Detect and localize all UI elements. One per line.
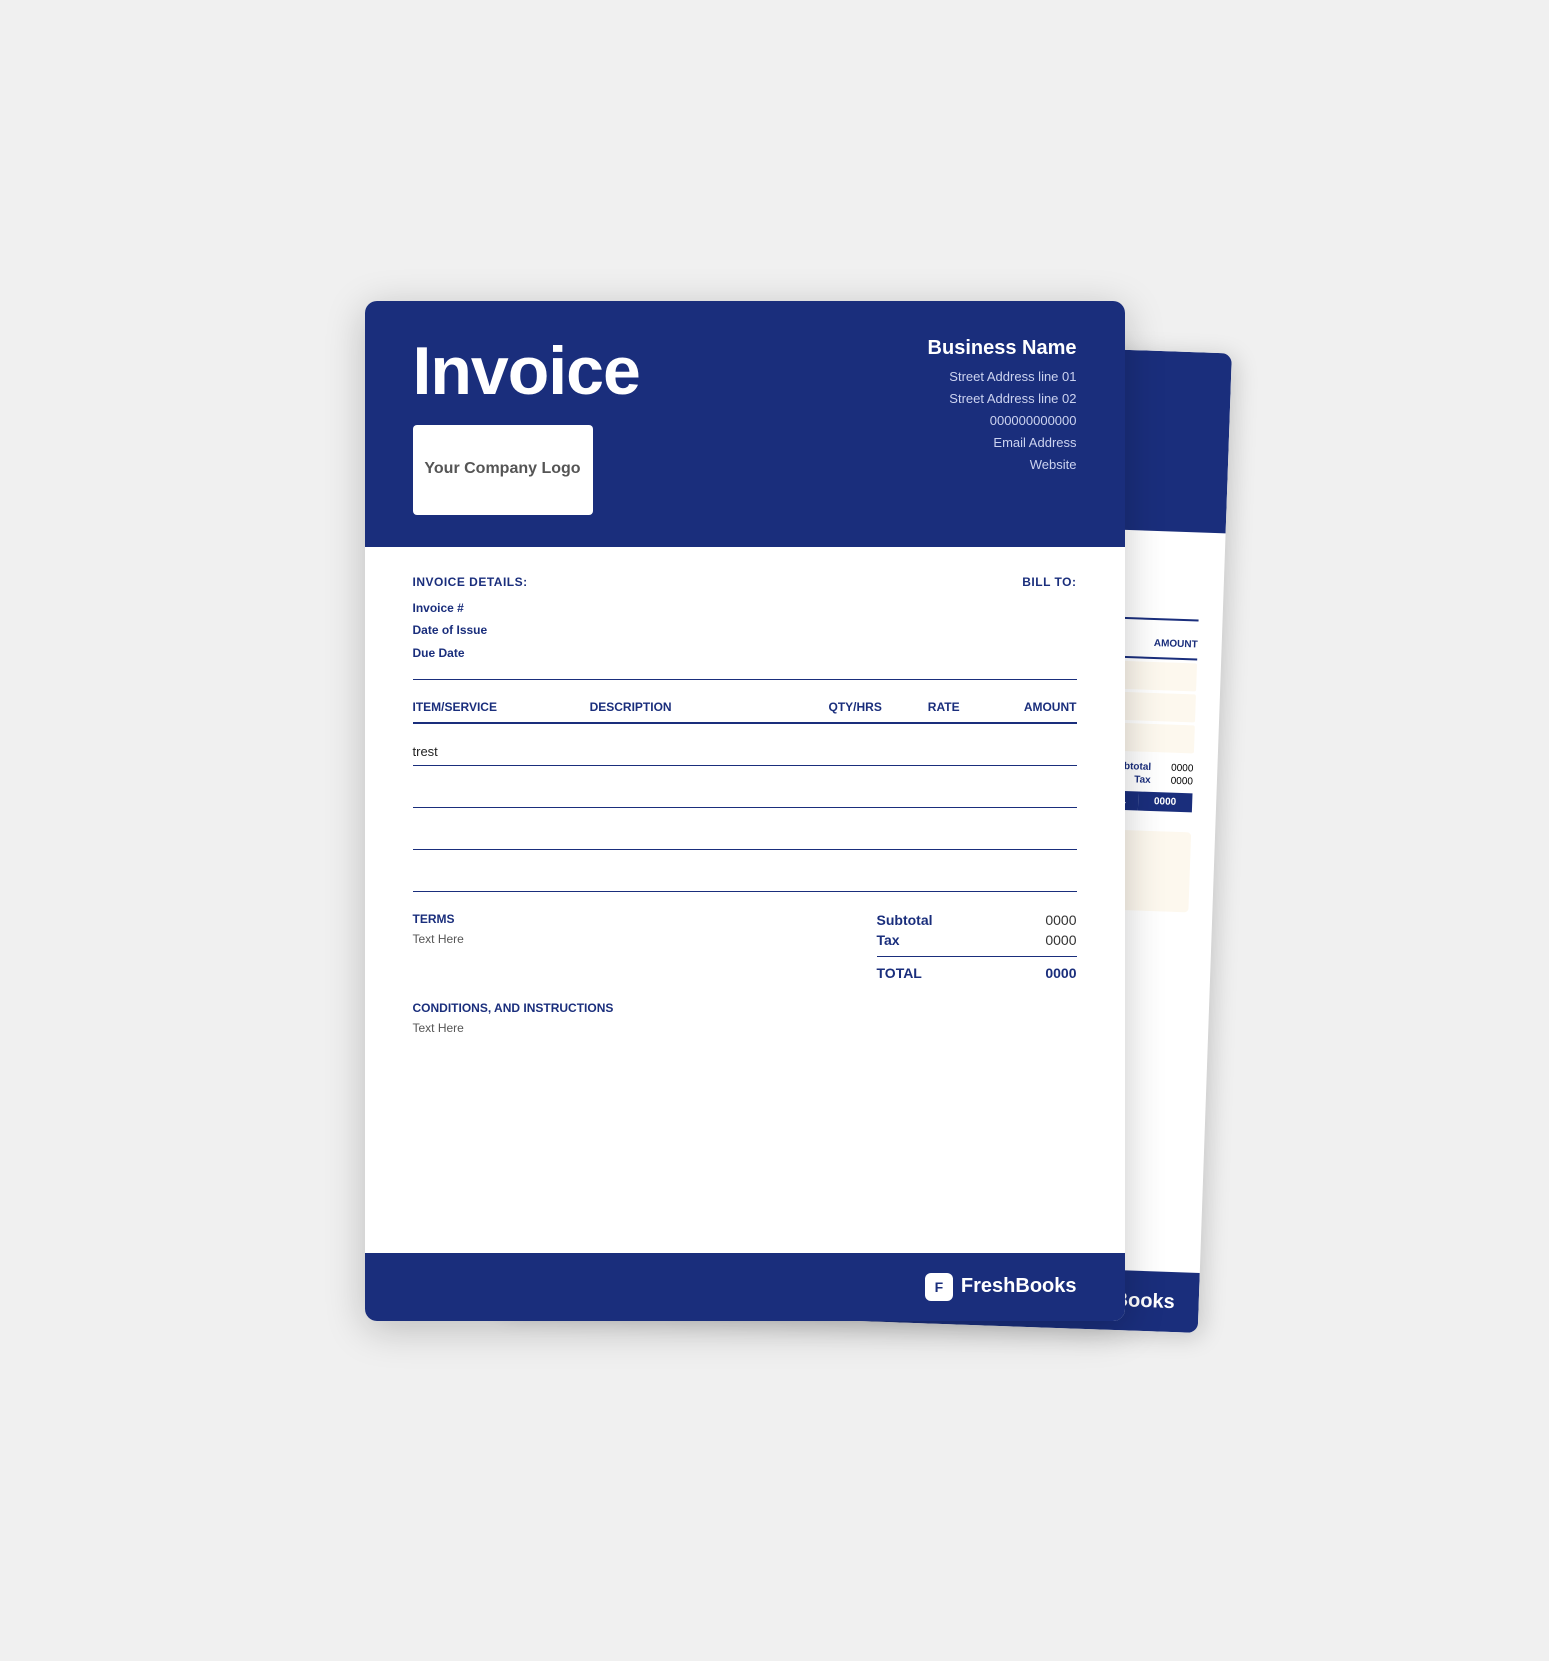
logo-box: Your Company Logo (413, 425, 593, 515)
total-value: 0000 (1045, 965, 1076, 981)
items-table: ITEM/SERVICE DESCRIPTION QTY/HRS RATE AM… (413, 700, 1077, 892)
back-amount-header: AMOUNT (1153, 637, 1197, 650)
row1-item: trest (413, 744, 590, 759)
invoice-body: INVOICE DETAILS: Invoice # Date of Issue… (365, 547, 1125, 1083)
business-info: Business Name Street Address line 01 Str… (928, 337, 1077, 476)
header-qty-hrs: QTY/HRS (811, 700, 900, 714)
freshbooks-icon: F (925, 1273, 953, 1301)
due-date-label: Due Date (413, 642, 528, 665)
invoice-header: Invoice Your Company Logo Business Name … (365, 301, 1125, 547)
back-tax-value: 0000 (1170, 775, 1193, 787)
back-tax-row: Tax 0000 (1134, 774, 1193, 787)
footer-section: TERMS Text Here Subtotal 0000 Tax 0000 T… (413, 912, 1077, 981)
address-line1: Street Address line 01 (928, 366, 1077, 388)
subtotal-row: Subtotal 0000 (877, 912, 1077, 928)
total-divider (877, 956, 1077, 957)
conditions-text: Text Here (413, 1021, 1077, 1035)
table-row: trest (413, 724, 1077, 766)
freshbooks-logo: F FreshBooks (925, 1273, 1077, 1301)
bill-to-title: BILL TO: (1022, 575, 1076, 589)
email: Email Address (928, 432, 1077, 454)
tax-row: Tax 0000 (877, 932, 1077, 948)
header-rate: RATE (899, 700, 988, 714)
invoice-details-title: INVOICE DETAILS: (413, 575, 528, 589)
table-row-3 (413, 808, 1077, 850)
terms-text: Text Here (413, 932, 775, 946)
tax-label: Tax (877, 932, 900, 948)
table-header-row: ITEM/SERVICE DESCRIPTION QTY/HRS RATE AM… (413, 700, 1077, 724)
header-description: DESCRIPTION (590, 700, 811, 714)
back-tax-label: Tax (1134, 774, 1151, 786)
invoice-details-left: INVOICE DETAILS: Invoice # Date of Issue… (413, 575, 528, 665)
header-item-service: ITEM/SERVICE (413, 700, 590, 714)
invoice-details-row: INVOICE DETAILS: Invoice # Date of Issue… (413, 575, 1077, 665)
invoice-footer: F FreshBooks (365, 1253, 1125, 1321)
invoice-details-right: BILL TO: (1022, 575, 1076, 589)
table-row-4 (413, 850, 1077, 892)
logo-placeholder-text: Your Company Logo (424, 459, 580, 480)
back-subtotal-value: 0000 (1170, 762, 1193, 774)
phone: 000000000000 (928, 410, 1077, 432)
invoice-scene: INVOICE DETAILS: Invoice # 0000 Date of … (365, 301, 1185, 1361)
subtotal-label: Subtotal (877, 912, 933, 928)
back-total-final-value: 0000 (1137, 791, 1192, 812)
terms-title: TERMS (413, 912, 775, 926)
total-final-row: TOTAL 0000 (877, 965, 1077, 981)
invoice-header-left: Invoice Your Company Logo (413, 337, 640, 515)
invoice-front: Invoice Your Company Logo Business Name … (365, 301, 1125, 1321)
invoice-title: Invoice (413, 337, 640, 405)
invoice-number-label: Invoice # (413, 597, 528, 620)
terms-section: TERMS Text Here (413, 912, 775, 981)
date-of-issue-label: Date of Issue (413, 619, 528, 642)
conditions-section: CONDITIONS, AND INSTRUCTIONS Text Here (413, 1001, 1077, 1035)
business-name: Business Name (928, 337, 1077, 360)
total-label: TOTAL (877, 965, 922, 981)
table-row-2 (413, 766, 1077, 808)
website: Website (928, 454, 1077, 476)
tax-value: 0000 (1045, 932, 1076, 948)
subtotal-value: 0000 (1045, 912, 1076, 928)
freshbooks-name: FreshBooks (961, 1275, 1077, 1298)
conditions-title: CONDITIONS, AND INSTRUCTIONS (413, 1001, 1077, 1015)
details-divider (413, 679, 1077, 680)
totals-section: Subtotal 0000 Tax 0000 TOTAL 0000 (775, 912, 1077, 981)
address-line2: Street Address line 02 (928, 388, 1077, 410)
header-amount: AMOUNT (988, 700, 1077, 714)
